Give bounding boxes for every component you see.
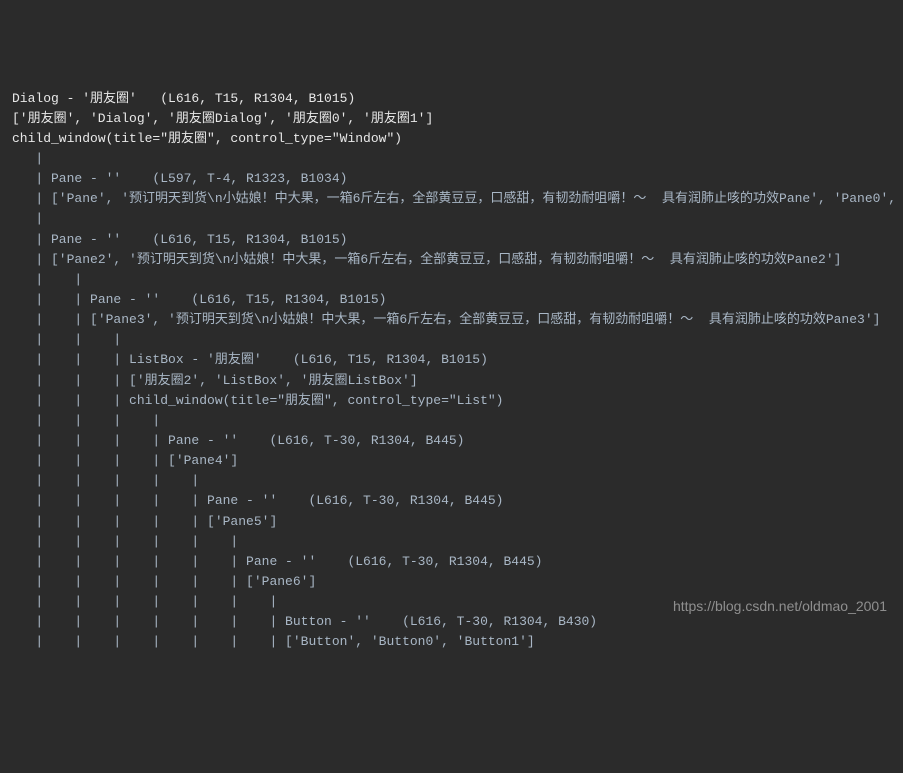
output-line-8: | ['Pane2', '预订明天到货\n小姑娘！中大果，一箱6斤左右，全部黄豆…	[12, 250, 891, 270]
output-line-9: | |	[12, 270, 891, 290]
output-line-15: | | | child_window(title="朋友圈", control_…	[12, 391, 891, 411]
output-line-19: | | | | |	[12, 471, 891, 491]
output-line-3: |	[12, 149, 891, 169]
output-line-0: Dialog - '朋友圈' (L616, T15, R1304, B1015)	[12, 89, 891, 109]
output-line-11: | | ['Pane3', '预订明天到货\n小姑娘！中大果，一箱6斤左右，全部…	[12, 310, 891, 330]
watermark-text: https://blog.csdn.net/oldmao_2001	[673, 596, 887, 618]
output-line-18: | | | | ['Pane4']	[12, 451, 891, 471]
output-line-6: |	[12, 209, 891, 229]
output-line-24: | | | | | | ['Pane6']	[12, 572, 891, 592]
output-line-14: | | | ['朋友圈2', 'ListBox', '朋友圈ListBox']	[12, 371, 891, 391]
output-line-20: | | | | | Pane - '' (L616, T-30, R1304, …	[12, 491, 891, 511]
output-line-10: | | Pane - '' (L616, T15, R1304, B1015)	[12, 290, 891, 310]
output-line-2: child_window(title="朋友圈", control_type="…	[12, 129, 891, 149]
output-line-17: | | | | Pane - '' (L616, T-30, R1304, B4…	[12, 431, 891, 451]
output-line-4: | Pane - '' (L597, T-4, R1323, B1034)	[12, 169, 891, 189]
output-line-7: | Pane - '' (L616, T15, R1304, B1015)	[12, 230, 891, 250]
console-output: Dialog - '朋友圈' (L616, T15, R1304, B1015)…	[12, 89, 891, 653]
output-line-16: | | | |	[12, 411, 891, 431]
output-line-5: | ['Pane', '预订明天到货\n小姑娘！中大果，一箱6斤左右，全部黄豆豆…	[12, 189, 891, 209]
output-line-23: | | | | | | Pane - '' (L616, T-30, R1304…	[12, 552, 891, 572]
output-line-13: | | | ListBox - '朋友圈' (L616, T15, R1304,…	[12, 350, 891, 370]
output-line-1: ['朋友圈', 'Dialog', '朋友圈Dialog', '朋友圈0', '…	[12, 109, 891, 129]
output-line-22: | | | | | |	[12, 532, 891, 552]
output-line-27: | | | | | | | ['Button', 'Button0', 'But…	[12, 632, 891, 652]
output-line-12: | | |	[12, 330, 891, 350]
output-line-21: | | | | | ['Pane5']	[12, 512, 891, 532]
